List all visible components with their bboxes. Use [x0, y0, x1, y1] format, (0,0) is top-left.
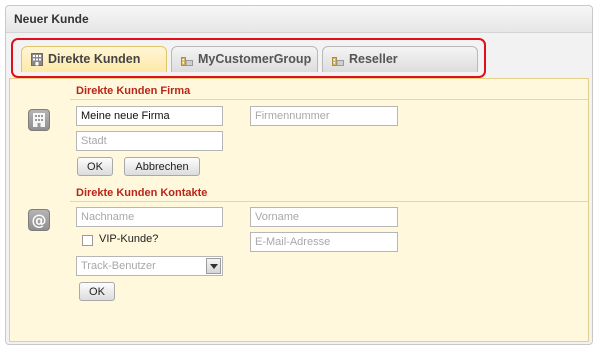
company-section-divider — [70, 99, 588, 100]
tab-label: Direkte Kunden — [48, 52, 141, 66]
contacts-section-title: Direkte Kunden Kontakte — [76, 187, 208, 199]
tab-direkte-kunden[interactable]: Direkte Kunden — [21, 46, 167, 72]
company-ok-button[interactable]: OK — [77, 157, 113, 176]
building-icon — [31, 53, 43, 66]
contacts-ok-button[interactable]: OK — [79, 282, 115, 301]
email-field[interactable] — [250, 232, 398, 252]
chevron-down-icon[interactable] — [206, 258, 221, 274]
company-number-field[interactable] — [250, 106, 398, 126]
tab-content-panel: Direkte Kunden Firma OK Abbrechen Direkt… — [9, 78, 589, 342]
city-field[interactable] — [76, 131, 223, 151]
new-customer-window: Neuer Kunde Direkte Kunden MyCustomerGro… — [5, 5, 593, 345]
building-icon — [332, 57, 344, 66]
window-title: Neuer Kunde — [14, 12, 89, 26]
firstname-field[interactable] — [250, 207, 398, 227]
company-name-field[interactable] — [76, 106, 223, 126]
track-user-combo[interactable]: Track-Benutzer — [76, 256, 223, 276]
tab-mycustomergroup[interactable]: MyCustomerGroup — [171, 46, 318, 72]
svg-text:@: @ — [32, 212, 47, 230]
tab-reseller[interactable]: Reseller — [322, 46, 478, 72]
tab-label: Reseller — [349, 52, 398, 66]
company-section-title: Direkte Kunden Firma — [76, 85, 191, 97]
tab-strip: Direkte Kunden MyCustomerGroup Reseller — [11, 38, 486, 78]
window-titlebar: Neuer Kunde — [6, 6, 592, 33]
at-sign-icon: @ — [28, 209, 50, 231]
vip-label: VIP-Kunde? — [99, 233, 159, 245]
cancel-button[interactable]: Abbrechen — [124, 157, 200, 176]
vip-checkbox[interactable] — [82, 235, 93, 246]
contacts-section-divider — [70, 201, 588, 202]
building-icon — [181, 57, 193, 66]
track-user-placeholder: Track-Benutzer — [81, 260, 156, 272]
lastname-field[interactable] — [76, 207, 223, 227]
tab-label: MyCustomerGroup — [198, 52, 312, 66]
building-icon — [28, 109, 50, 131]
